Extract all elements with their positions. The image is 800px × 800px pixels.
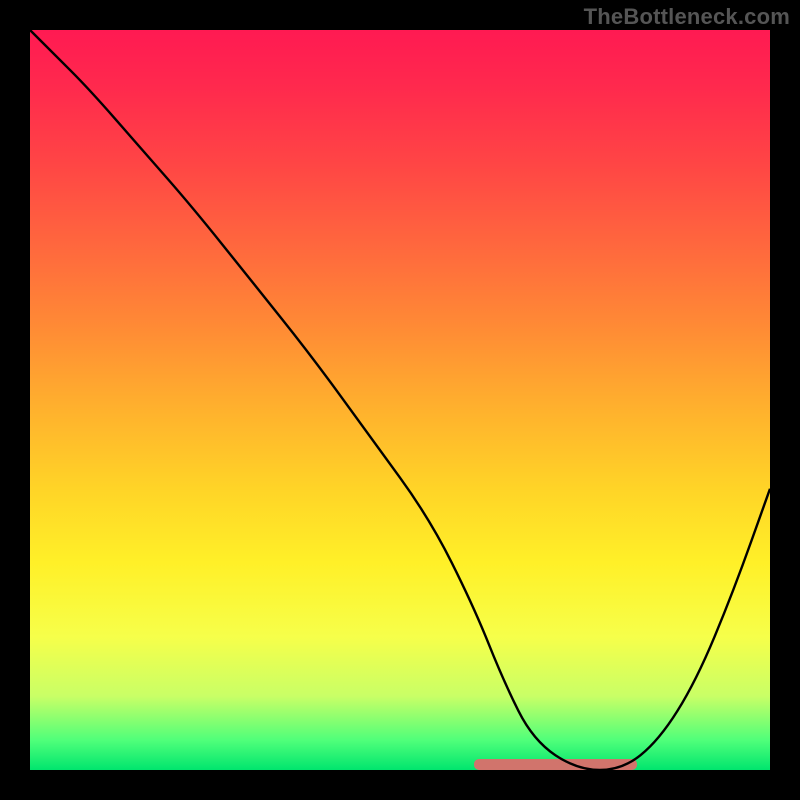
optimal-segment — [474, 759, 637, 770]
watermark-text: TheBottleneck.com — [584, 4, 790, 30]
plot-area — [30, 30, 770, 770]
curve-line — [30, 30, 770, 770]
chart-stage: TheBottleneck.com — [0, 0, 800, 800]
